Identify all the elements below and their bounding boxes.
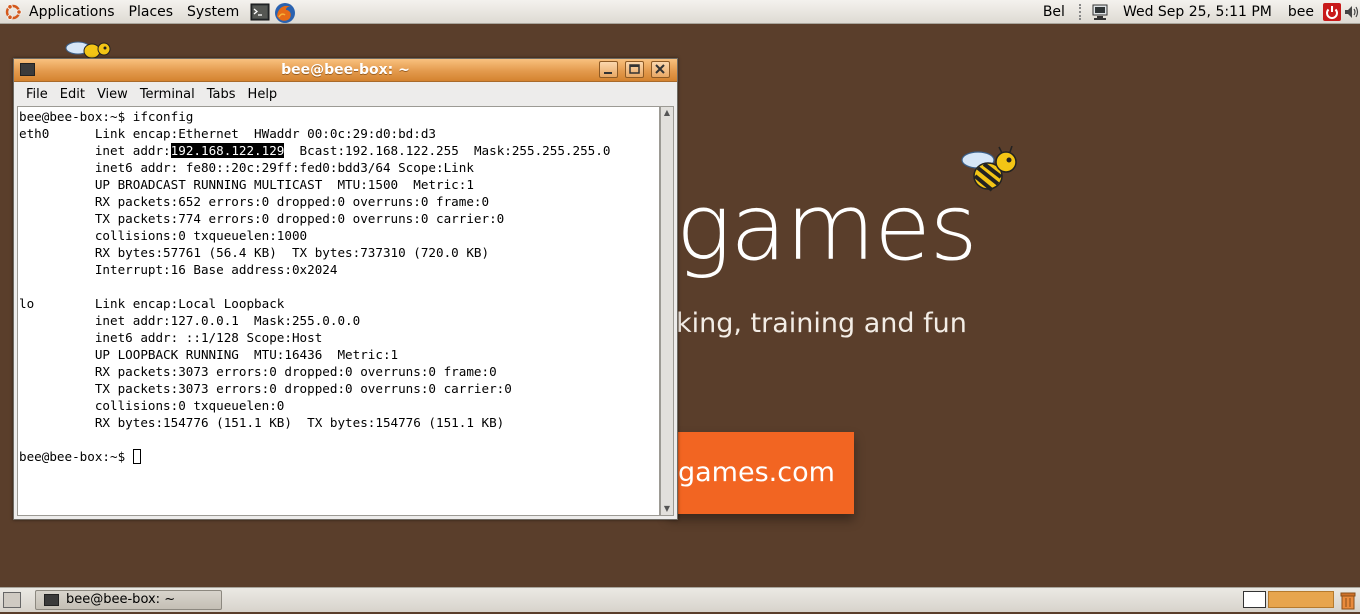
terminal-line: inet addr:127.0.0.1 Mask:255.0.0.0: [19, 313, 361, 328]
terminal-line: RX bytes:154776 (151.1 KB) TX bytes:1547…: [19, 415, 505, 430]
ubuntu-logo-icon[interactable]: [4, 3, 22, 21]
terminal-line: TX packets:774 errors:0 dropped:0 overru…: [19, 211, 505, 226]
clock[interactable]: Wed Sep 25, 5:11 PM: [1115, 4, 1280, 20]
minimize-icon: [604, 72, 612, 74]
keyboard-layout-indicator[interactable]: Bel: [1035, 4, 1073, 20]
selected-ip-address[interactable]: 192.168.122.129: [170, 143, 285, 158]
window-title: bee@bee-box: ~: [281, 62, 410, 78]
bottom-panel: bee@bee-box: ~: [0, 587, 1360, 612]
terminal-line: bee@bee-box:~$ ifconfig: [19, 109, 194, 124]
menu-terminal[interactable]: Terminal: [134, 87, 201, 102]
show-desktop-button[interactable]: [3, 592, 21, 608]
panel-handle: [1078, 4, 1085, 20]
network-icon[interactable]: [1091, 3, 1109, 21]
places-menu[interactable]: Places: [122, 0, 181, 24]
terminal-line: eth0 Link encap:Ethernet HWaddr 00:0c:29…: [19, 126, 437, 141]
terminal-line: inet addr:: [19, 143, 171, 158]
applications-menu[interactable]: Applications: [22, 0, 122, 24]
terminal-line: RX bytes:57761 (56.4 KB) TX bytes:737310…: [19, 245, 490, 260]
taskbar-button-terminal[interactable]: bee@bee-box: ~: [35, 590, 222, 610]
terminal-scrollbar[interactable]: ▲ ▼: [660, 106, 674, 516]
terminal-icon[interactable]: [250, 2, 270, 22]
wallpaper-tagline: king, training and fun: [676, 308, 967, 339]
wallpaper-headline: games: [676, 174, 978, 281]
terminal-line: Bcast:192.168.122.255 Mask:255.255.255.0: [284, 143, 611, 158]
volume-icon[interactable]: [1344, 3, 1360, 21]
terminal-line: RX packets:3073 errors:0 dropped:0 overr…: [19, 364, 497, 379]
terminal-line: inet6 addr: fe80::20c:29ff:fed0:bdd3/64 …: [19, 160, 474, 175]
terminal-line: lo Link encap:Local Loopback: [19, 296, 285, 311]
terminal-output[interactable]: bee@bee-box:~$ ifconfig eth0 Link encap:…: [17, 106, 660, 516]
menu-view[interactable]: View: [91, 87, 134, 102]
terminal-menubar: File Edit View Terminal Tabs Help: [14, 82, 677, 106]
user-name[interactable]: bee: [1280, 4, 1322, 20]
terminal-line: TX packets:3073 errors:0 dropped:0 overr…: [19, 381, 512, 396]
maximize-icon: [629, 64, 640, 74]
terminal-cursor: [132, 449, 141, 464]
close-button[interactable]: [651, 61, 670, 78]
terminal-line: UP BROADCAST RUNNING MULTICAST MTU:1500 …: [19, 177, 474, 192]
terminal-titlebar[interactable]: bee@bee-box: ~: [14, 59, 677, 82]
scroll-down-icon[interactable]: ▼: [661, 503, 673, 515]
menu-file[interactable]: File: [20, 87, 54, 102]
maximize-button[interactable]: [625, 61, 644, 78]
scroll-up-icon[interactable]: ▲: [661, 107, 673, 119]
menu-tabs[interactable]: Tabs: [201, 87, 242, 102]
terminal-line: collisions:0 txqueuelen:1000: [19, 228, 308, 243]
terminal-window[interactable]: bee@bee-box: ~ File Edit View Terminal T…: [13, 58, 678, 520]
taskbar-button-label: bee@bee-box: ~: [66, 592, 176, 607]
terminal-line: UP LOOPBACK RUNNING MTU:16436 Metric:1: [19, 347, 399, 362]
system-menu[interactable]: System: [180, 0, 246, 24]
terminal-line: RX packets:652 errors:0 dropped:0 overru…: [19, 194, 490, 209]
firefox-icon[interactable]: [274, 2, 296, 23]
terminal-line: collisions:0 txqueuelen:0: [19, 398, 285, 413]
top-panel: Applications Places System Bel Wed Sep 2…: [0, 0, 1360, 24]
trash-icon[interactable]: [1340, 590, 1356, 610]
workspace-2[interactable]: [1268, 591, 1334, 608]
menu-edit[interactable]: Edit: [54, 87, 91, 102]
terminal-line: inet6 addr: ::1/128 Scope:Host: [19, 330, 323, 345]
minimize-button[interactable]: [599, 61, 618, 78]
workspace-1[interactable]: [1243, 591, 1266, 608]
terminal-line: Interrupt:16 Base address:0x2024: [19, 262, 338, 277]
terminal-prompt: bee@bee-box:~$: [19, 449, 133, 464]
power-icon[interactable]: [1322, 2, 1342, 22]
close-icon: [655, 64, 665, 74]
terminal-icon: [44, 594, 59, 606]
menu-help[interactable]: Help: [242, 87, 284, 102]
wallpaper-url-banner: games.com: [668, 432, 854, 514]
